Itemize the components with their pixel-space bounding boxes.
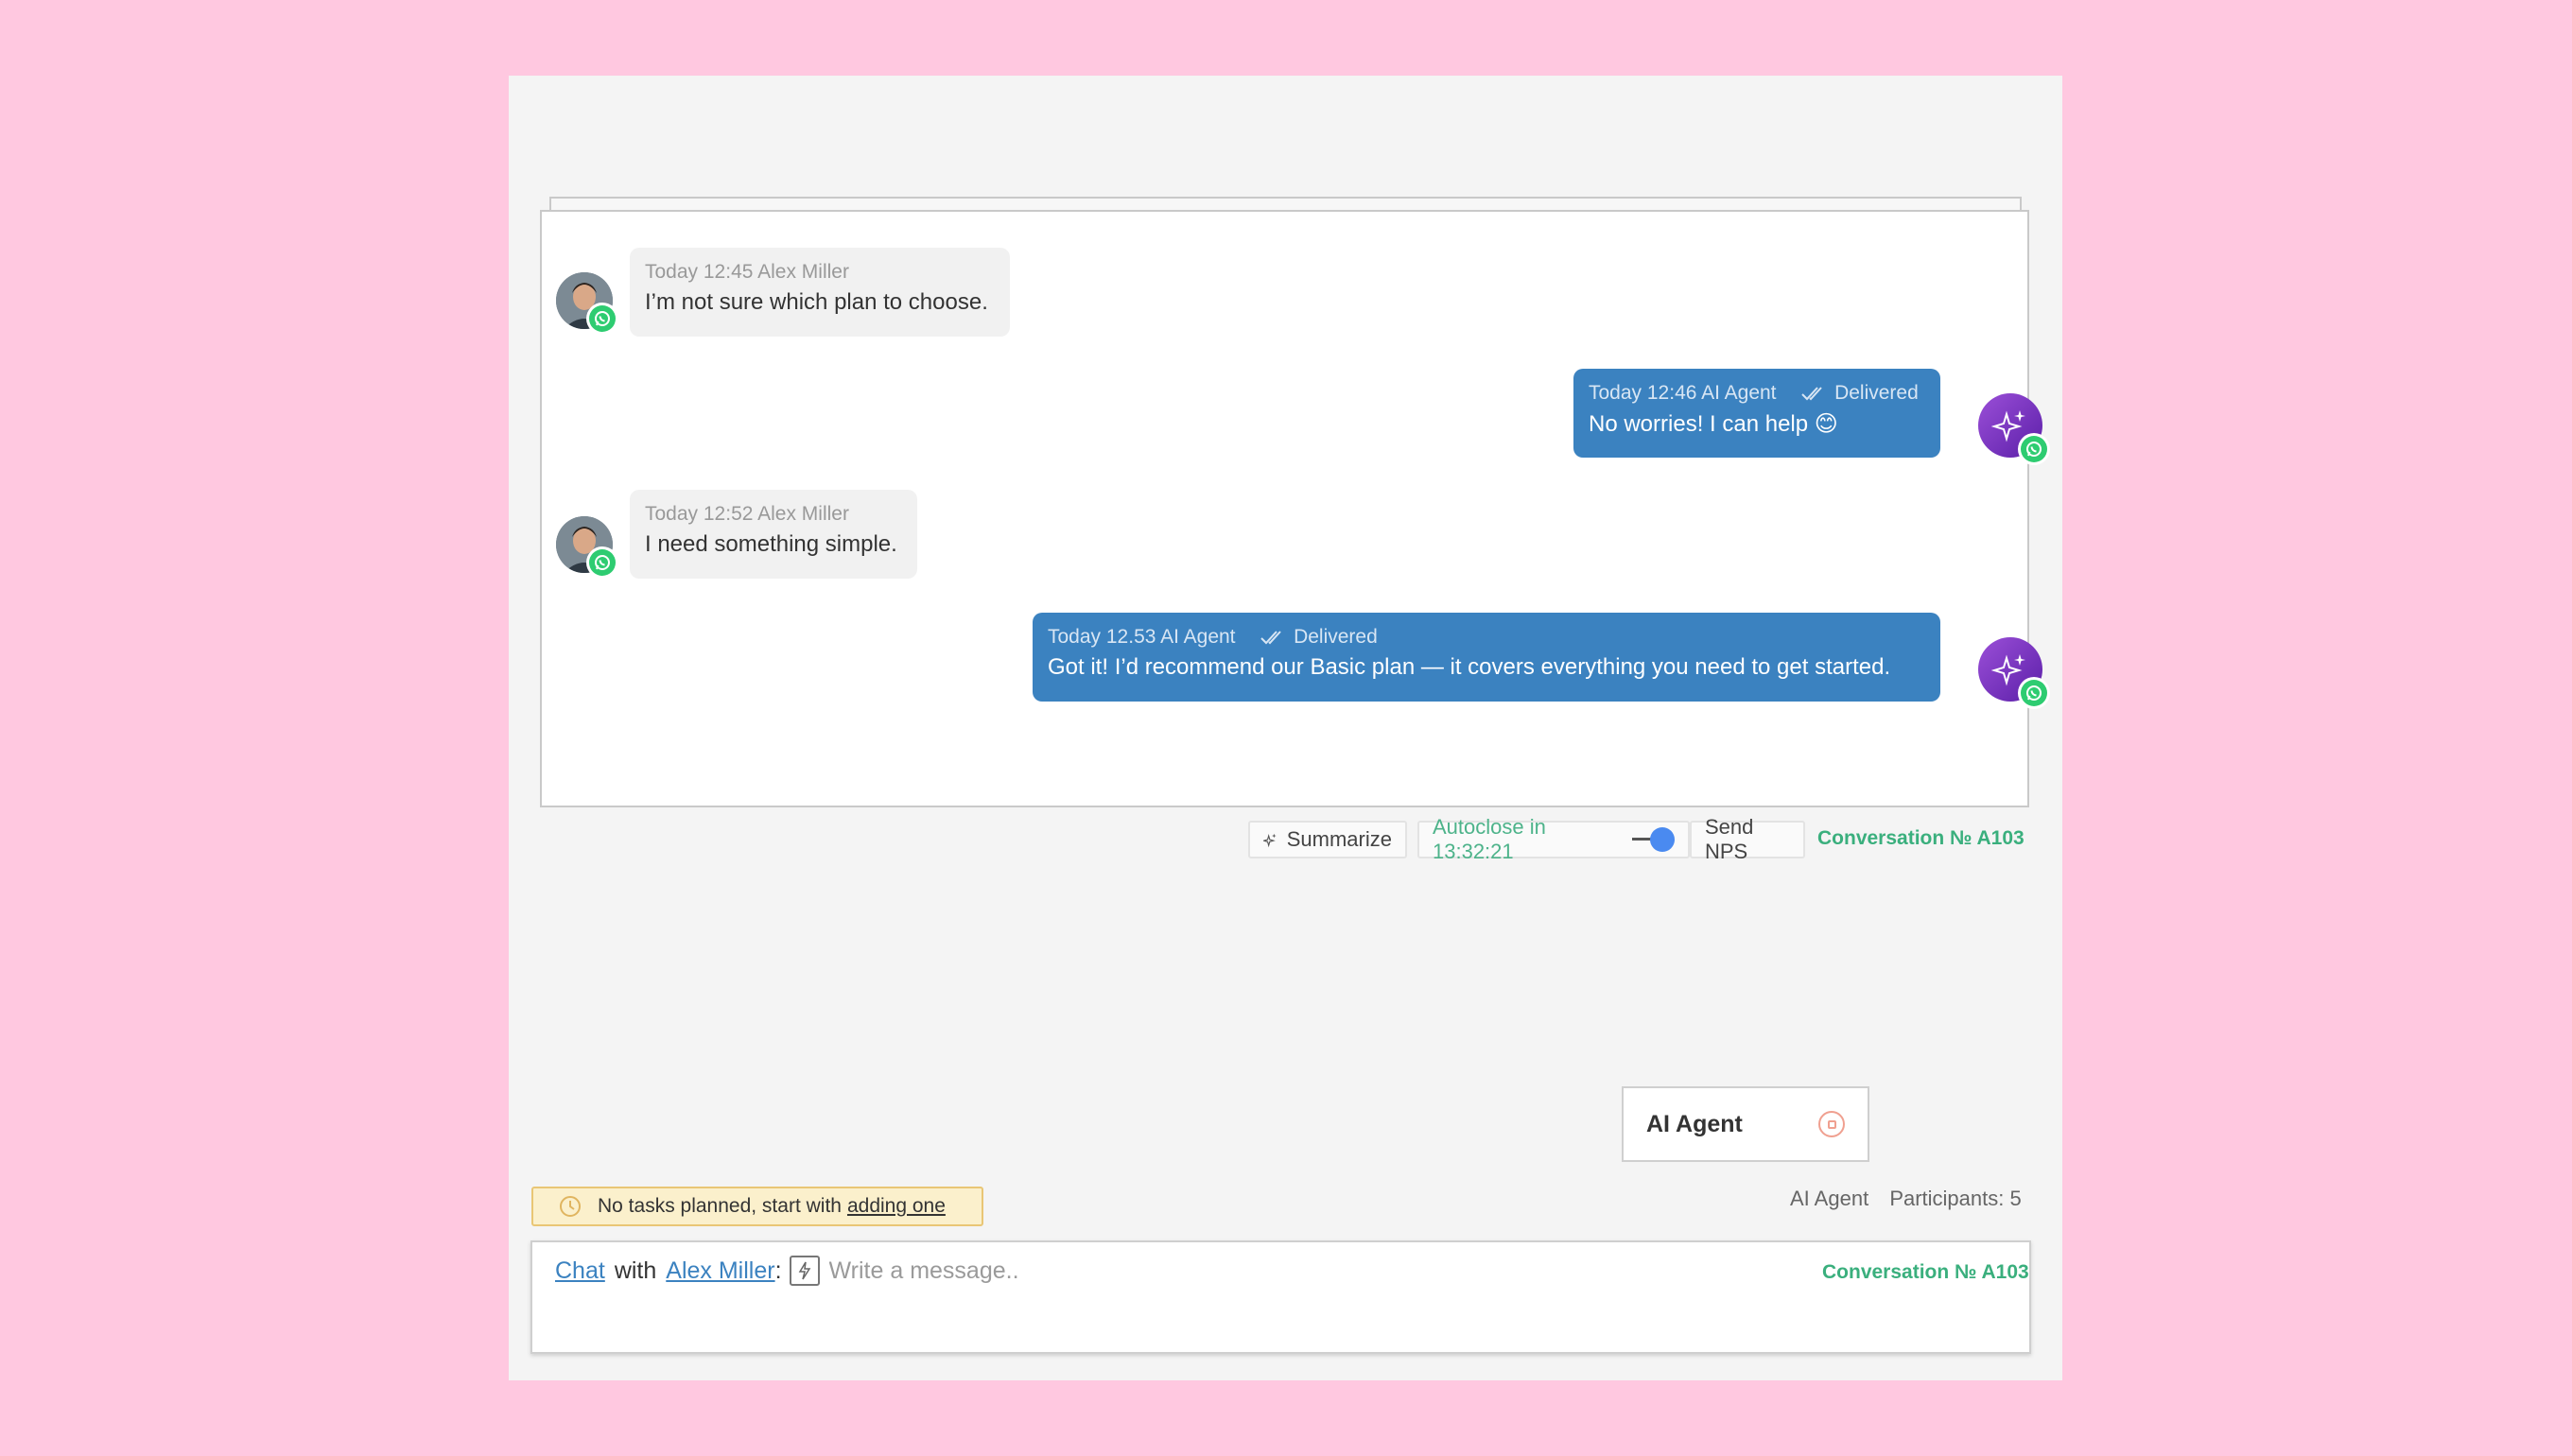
send-nps-label: Send NPS <box>1705 815 1754 863</box>
app-window: Today 12:45 Alex Miller I’m not sure whi… <box>509 76 2062 1380</box>
quick-reply-bolt-icon[interactable] <box>789 1256 820 1286</box>
autoclose-toggle[interactable] <box>1632 825 1675 854</box>
customer-avatar[interactable] <box>556 516 618 579</box>
message-meta: Today 12.53 AI Agent Delivered <box>1048 626 1925 649</box>
message-time: Today 12.53 <box>1048 626 1156 648</box>
message-time: Today 12:52 <box>645 503 754 525</box>
tasks-banner: No tasks planned, start with adding one <box>531 1187 983 1226</box>
add-task-link[interactable]: adding one <box>847 1195 946 1218</box>
participants-count: Participants: 5 <box>1889 1187 2022 1210</box>
summarize-label: Summarize <box>1286 827 1392 851</box>
message-text: I need something simple. <box>645 531 897 557</box>
whatsapp-icon <box>2018 433 2050 465</box>
message-composer: Chat with Alex Miller : Conversation № A… <box>530 1240 2031 1354</box>
message-meta: Today 12:45 Alex Miller <box>645 261 995 284</box>
double-check-icon <box>1260 631 1281 645</box>
composer-conversation-number[interactable]: Conversation № A103 <box>1822 1261 2029 1284</box>
ai-agent-card[interactable]: AI Agent <box>1622 1086 1869 1162</box>
customer-avatar[interactable] <box>556 272 618 335</box>
message-input[interactable] <box>828 1257 1680 1285</box>
message-text: Got it! I’d recommend our Basic plan — i… <box>1048 654 1891 680</box>
message-text: I’m not sure which plan to choose. <box>645 289 988 315</box>
participant-agent-name: AI Agent <box>1790 1187 1869 1210</box>
message-bubble-outgoing[interactable]: Today 12.53 AI Agent Delivered Got it! I… <box>1033 613 1940 702</box>
sparkles-icon <box>1263 833 1277 848</box>
ai-agent-avatar[interactable] <box>1978 637 2050 709</box>
contact-link[interactable]: Alex Miller <box>666 1257 774 1285</box>
message-author: Alex Miller <box>757 261 849 283</box>
chat-channel-link[interactable]: Chat <box>555 1257 605 1285</box>
whatsapp-icon <box>586 546 618 579</box>
clock-icon <box>560 1196 581 1217</box>
double-check-icon <box>1801 387 1822 401</box>
conversation-number-link[interactable]: Conversation № A103 <box>1817 827 2025 850</box>
participants-info[interactable]: AI Agent Participants: 5 <box>1790 1187 2022 1211</box>
autoclose-label: Autoclose in 13:32:21 <box>1433 815 1546 863</box>
message-meta: Today 12:46 AI Agent Delivered <box>1589 382 1925 405</box>
conversation-toolbar: Summarize Autoclose in 13:32:21 Send NPS… <box>542 815 2027 863</box>
message-author: AI Agent <box>1160 626 1236 648</box>
composer-line: Chat with Alex Miller : <box>555 1256 1680 1286</box>
colon-text: : <box>774 1257 782 1284</box>
delivery-status: Delivered <box>1294 626 1378 648</box>
message-time: Today 12:46 <box>1589 382 1697 404</box>
autoclose-control[interactable]: Autoclose in 13:32:21 <box>1417 815 1690 863</box>
send-nps-button[interactable]: Send NPS <box>1690 815 1805 863</box>
whatsapp-icon <box>586 303 618 335</box>
chat-history-panel: Today 12:45 Alex Miller I’m not sure whi… <box>540 210 2050 863</box>
message-bubble-incoming[interactable]: Today 12:52 Alex Miller I need something… <box>630 490 917 579</box>
message-bubble-incoming[interactable]: Today 12:45 Alex Miller I’m not sure whi… <box>630 248 1010 337</box>
message-bubble-outgoing[interactable]: Today 12:46 AI Agent Delivered No worrie… <box>1573 369 1940 458</box>
stacked-panel-edge <box>549 197 2022 210</box>
message-time: Today 12:45 <box>645 261 754 283</box>
message-meta: Today 12:52 Alex Miller <box>645 503 902 526</box>
ai-agent-avatar[interactable] <box>1978 393 2050 465</box>
message-author: AI Agent <box>1701 382 1777 404</box>
message-text: No worries! I can help 😊 <box>1589 411 1838 437</box>
ai-agent-card-label: AI Agent <box>1646 1110 1743 1137</box>
whatsapp-icon <box>2018 677 2050 709</box>
with-text: with <box>614 1257 657 1284</box>
message-author: Alex Miller <box>757 503 849 525</box>
summarize-button[interactable]: Summarize <box>1248 821 1407 858</box>
tasks-text: No tasks planned, start with <box>598 1195 842 1217</box>
delivery-status: Delivered <box>1834 382 1919 404</box>
stop-icon[interactable] <box>1818 1111 1845 1137</box>
